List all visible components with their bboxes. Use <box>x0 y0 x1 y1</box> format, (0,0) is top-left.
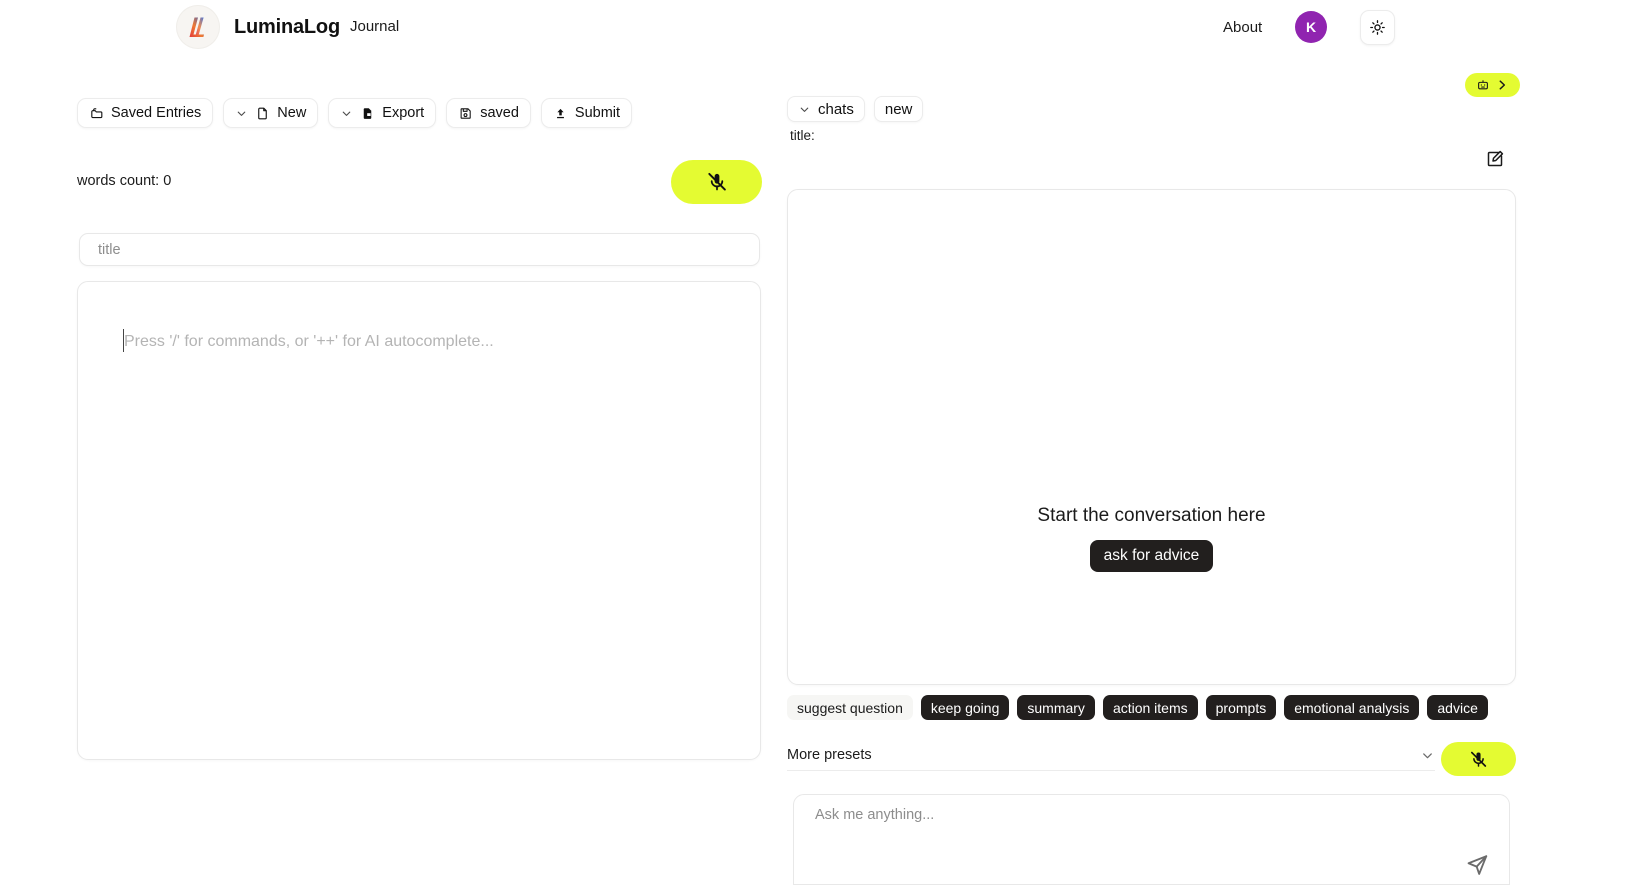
folder-icon <box>89 106 104 121</box>
avatar[interactable]: K <box>1295 11 1327 43</box>
chat-header: chats new <box>787 96 924 122</box>
save-disk-icon <box>458 106 473 121</box>
preset-chip-summary[interactable]: summary <box>1017 695 1095 720</box>
file-export-icon <box>360 106 375 121</box>
submit-button[interactable]: Submit <box>540 98 633 128</box>
voice-record-button[interactable] <box>671 160 762 204</box>
chat-empty-title: Start the conversation here <box>1037 505 1266 526</box>
entry-title-placeholder: title <box>98 241 121 258</box>
editor-toolbar: Saved Entries New Export saved Submit <box>77 98 633 128</box>
preset-chip-keep-going[interactable]: keep going <box>920 695 1010 720</box>
preset-chip-action-items[interactable]: action items <box>1102 695 1198 720</box>
new-entry-label: New <box>277 104 307 121</box>
export-label: Export <box>382 104 425 121</box>
new-chat-button[interactable]: new <box>873 96 924 122</box>
chevron-down-icon[interactable] <box>235 107 248 120</box>
chats-label: chats <box>818 100 854 118</box>
saved-status-label: saved <box>480 104 519 121</box>
export-button[interactable]: Export <box>328 98 437 128</box>
luminalog-gradient-l-logo-icon <box>176 5 220 49</box>
chevron-right-icon <box>1495 78 1509 92</box>
preset-chip-emotional-analysis[interactable]: emotional analysis <box>1284 695 1420 720</box>
more-presets-accordion[interactable]: More presets <box>787 740 1435 771</box>
brand-name: LuminaLog <box>234 15 340 38</box>
saved-entries-button[interactable]: Saved Entries <box>77 98 214 128</box>
new-chat-label: new <box>884 100 913 118</box>
chevron-down-icon[interactable] <box>340 107 353 120</box>
new-entry-button[interactable]: New <box>223 98 319 128</box>
edit-square-icon <box>1485 149 1505 169</box>
saved-status-button[interactable]: saved <box>446 98 531 128</box>
entry-body-editor[interactable]: Press '/' for commands, or '++' for AI a… <box>77 281 761 760</box>
app-header: LuminaLog Journal About K <box>0 0 1645 56</box>
chat-title-label: title: <box>790 128 815 143</box>
chevron-down-icon[interactable] <box>798 103 811 116</box>
saved-entries-label: Saved Entries <box>111 104 202 121</box>
chat-input-placeholder: Ask me anything... <box>815 807 935 823</box>
words-count-label: words count: 0 <box>77 173 172 189</box>
ai-assistant-toggle[interactable] <box>1465 73 1520 97</box>
app-root: LuminaLog Journal About K Saved Entries <box>0 0 1645 885</box>
entry-title-input[interactable]: title <box>79 233 760 266</box>
ask-for-advice-button[interactable]: ask for advice <box>1089 540 1214 572</box>
preset-chip-suggest-question[interactable]: suggest question <box>787 695 913 720</box>
mic-off-icon <box>706 171 728 193</box>
chat-voice-record-button[interactable] <box>1441 742 1516 776</box>
edit-chat-title-button[interactable] <box>1485 149 1505 169</box>
file-icon <box>255 106 270 121</box>
more-presets-label: More presets <box>787 747 872 763</box>
send-button[interactable] <box>1465 851 1491 877</box>
nav-item-about[interactable]: About <box>1223 19 1262 36</box>
preset-chips-row: suggest question keep going summary acti… <box>787 695 1527 720</box>
preset-chip-prompts[interactable]: prompts <box>1205 695 1277 720</box>
sun-icon <box>1369 19 1386 36</box>
theme-toggle-button[interactable] <box>1360 10 1395 45</box>
brand[interactable]: LuminaLog <box>176 5 340 49</box>
chevron-down-icon[interactable] <box>1420 748 1435 763</box>
mic-off-icon <box>1469 750 1488 769</box>
entry-body-placeholder: Press '/' for commands, or '++' for AI a… <box>124 333 494 350</box>
nav-item-journal[interactable]: Journal <box>350 18 399 35</box>
submit-label: Submit <box>574 104 621 121</box>
robot-icon <box>1476 78 1490 92</box>
chat-input-box[interactable]: Ask me anything... <box>793 794 1510 885</box>
chat-empty-state: Start the conversation here ask for advi… <box>788 505 1515 572</box>
send-icon <box>1465 851 1491 876</box>
upload-icon <box>553 106 568 121</box>
chat-messages-surface: Start the conversation here ask for advi… <box>787 189 1516 685</box>
chats-dropdown-button[interactable]: chats <box>787 96 865 122</box>
preset-chip-advice[interactable]: advice <box>1427 695 1488 720</box>
